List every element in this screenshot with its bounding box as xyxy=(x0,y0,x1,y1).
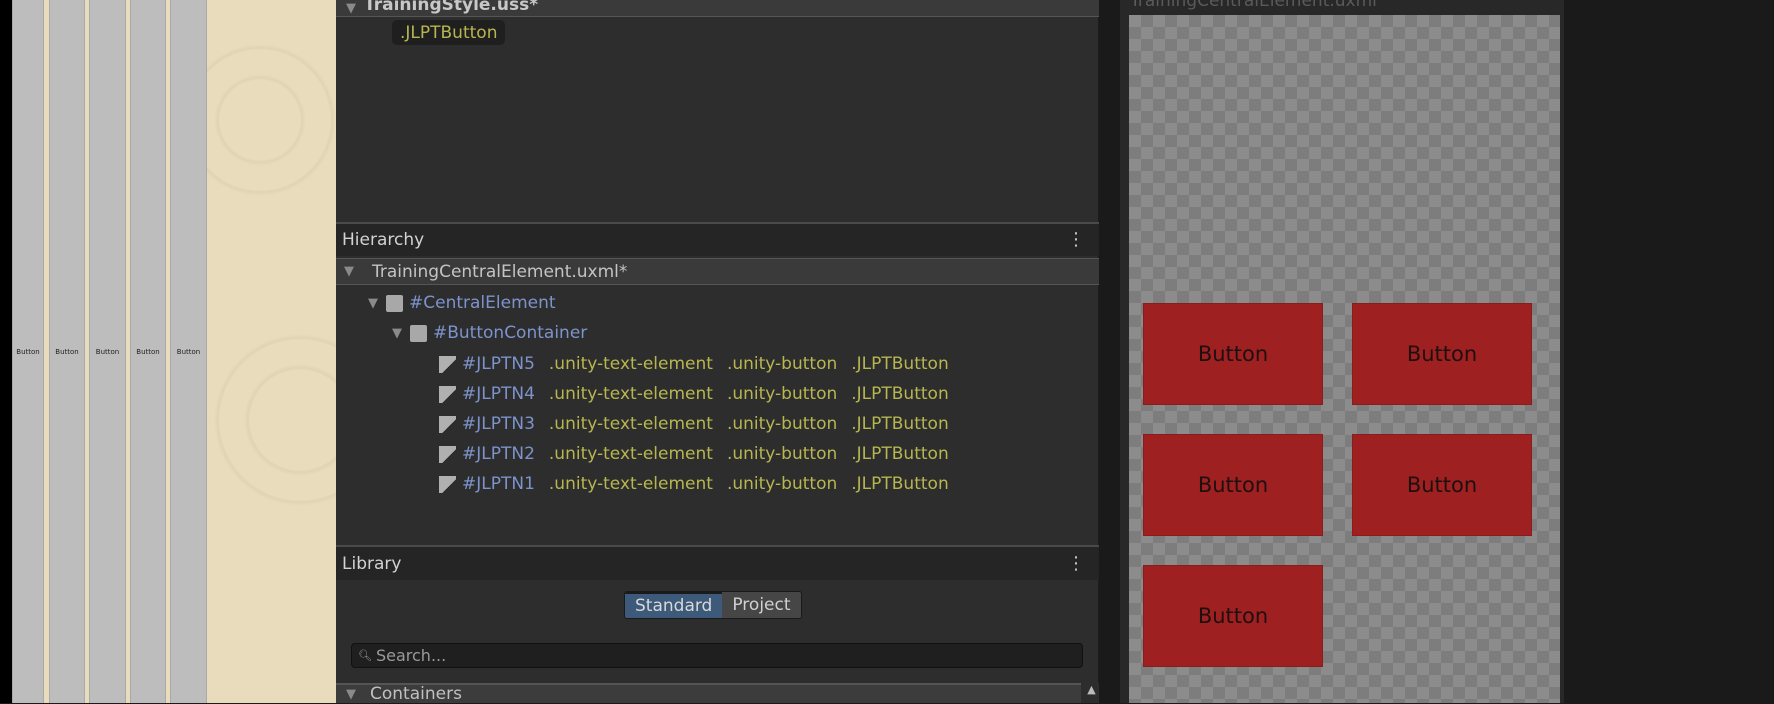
tree-item-central[interactable]: ▼ #CentralElement xyxy=(368,290,556,316)
tree-item-button[interactable]: #JLPTN4 .unity-text-element .unity-button.… xyxy=(439,379,949,409)
hierarchy-file-row[interactable]: ▼ TrainingCentralElement.uxml* xyxy=(336,258,1099,285)
canvas-button[interactable]: Button xyxy=(1143,565,1323,667)
button-list: #JLPTN5 .unity-text-element .unity-button.… xyxy=(439,349,949,499)
button-icon xyxy=(439,385,456,403)
class-label: .unity-text-element xyxy=(548,414,713,434)
game-button[interactable]: Button xyxy=(170,0,207,703)
selector-pill[interactable]: .JLPTButton xyxy=(392,20,506,45)
hierarchy-header: Hierarchy ⋮ xyxy=(336,224,1099,256)
collapse-triangle-icon[interactable]: ▼ xyxy=(344,264,362,279)
button-icon xyxy=(439,415,456,433)
game-button[interactable]: Button xyxy=(130,0,166,703)
search-icon: 🔍︎ xyxy=(358,649,372,662)
tab-standard[interactable]: Standard xyxy=(625,592,723,618)
game-button[interactable]: Button xyxy=(89,0,126,703)
element-name: #JLPTN3 xyxy=(462,414,535,434)
game-button[interactable]: Button xyxy=(12,0,44,703)
builder-panel: ▼ TrainingStyle.uss* .JLPTButton Hierarc… xyxy=(336,0,1099,704)
button-icon xyxy=(439,475,456,493)
element-name: #JLPTN5 xyxy=(462,354,535,374)
tree-item-button[interactable]: #JLPTN5 .unity-text-element .unity-button.… xyxy=(439,349,949,379)
game-button[interactable]: Button xyxy=(49,0,85,703)
search-placeholder: Search... xyxy=(375,646,447,665)
class-label: .unity-text-element xyxy=(548,354,713,374)
file-name: TrainingCentralElement.uxml* xyxy=(372,261,628,282)
search-input[interactable]: 🔍︎ Search... xyxy=(351,643,1083,668)
tree-item-button[interactable]: #JLPTN3 .unity-text-element .unity-button.… xyxy=(439,409,949,439)
more-options-icon[interactable]: ⋮ xyxy=(1067,231,1085,249)
class-label: .unity-text-element xyxy=(548,444,713,464)
class-label: .JLPTButton xyxy=(851,384,949,404)
stylesheet-header[interactable]: ▼ TrainingStyle.uss* xyxy=(336,0,1099,17)
visual-element-icon xyxy=(386,294,403,312)
tab-project[interactable]: Project xyxy=(722,592,801,618)
element-name: #JLPTN2 xyxy=(462,444,535,464)
canvas-button[interactable]: Button xyxy=(1143,303,1323,405)
class-label: .unity-button xyxy=(726,444,838,464)
game-view-edge xyxy=(0,0,12,703)
class-label: .unity-button xyxy=(726,384,838,404)
tree-item-button[interactable]: #JLPTN1 .unity-text-element .unity-button.… xyxy=(439,469,949,499)
stylesheet-title: TrainingStyle.uss* xyxy=(364,0,539,15)
class-label: .JLPTButton xyxy=(851,444,949,464)
hierarchy-title: Hierarchy xyxy=(342,230,425,250)
class-label: .JLPTButton xyxy=(851,354,949,374)
class-label: .JLPTButton xyxy=(851,414,949,434)
class-label: .unity-button xyxy=(726,414,838,434)
canvas-button[interactable]: Button xyxy=(1352,303,1532,405)
collapse-triangle-icon[interactable]: ▼ xyxy=(392,326,410,341)
collapse-triangle-icon[interactable]: ▼ xyxy=(346,1,364,16)
class-label: .unity-button xyxy=(726,354,838,374)
library-tabs: Standard Project xyxy=(624,591,802,619)
library-title: Library xyxy=(342,553,402,574)
element-name: #JLPTN1 xyxy=(462,474,535,494)
button-icon xyxy=(439,445,456,463)
tree-item-button[interactable]: #JLPTN2 .unity-text-element .unity-button.… xyxy=(439,439,949,469)
viewport-title: TrainingCentralElement.uxml xyxy=(1130,0,1377,11)
canvas-button[interactable]: Button xyxy=(1352,434,1532,536)
class-label: .JLPTButton xyxy=(851,474,949,494)
class-label: .unity-button xyxy=(726,474,838,494)
visual-element-icon xyxy=(410,324,427,342)
class-label: .unity-text-element xyxy=(548,384,713,404)
scroll-up-arrow-icon[interactable]: ▲ xyxy=(1084,683,1099,703)
more-options-icon[interactable]: ⋮ xyxy=(1067,554,1085,573)
element-name: #CentralElement xyxy=(409,293,556,313)
tree-item-container[interactable]: ▼ #ButtonContainer xyxy=(392,320,587,346)
section-containers[interactable]: ▼ Containers xyxy=(336,683,1081,704)
canvas-button[interactable]: Button xyxy=(1143,434,1323,536)
library-header: Library ⋮ xyxy=(336,547,1099,580)
collapse-triangle-icon[interactable]: ▼ xyxy=(346,687,364,702)
collapse-triangle-icon[interactable]: ▼ xyxy=(368,296,386,311)
button-icon xyxy=(439,355,456,373)
element-name: #JLPTN4 xyxy=(462,384,535,404)
section-title: Containers xyxy=(370,684,462,704)
class-label: .unity-text-element xyxy=(548,474,713,494)
element-name: #ButtonContainer xyxy=(433,323,588,343)
